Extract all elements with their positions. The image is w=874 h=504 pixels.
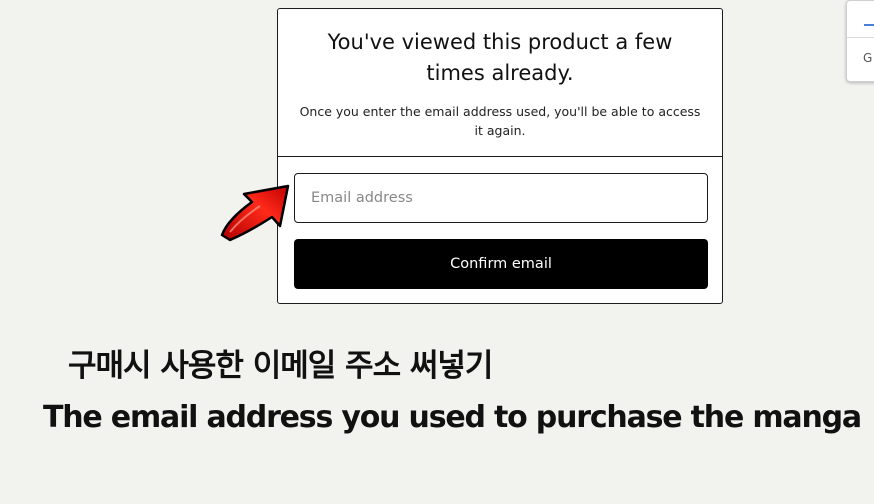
caption-korean: 구매시 사용한 이메일 주소 써넣기 [68,348,493,384]
widget-accent-line [864,24,874,26]
confirm-email-button[interactable]: Confirm email [294,239,708,289]
email-input[interactable] [294,173,708,223]
modal-header: You've viewed this product a few times a… [278,9,722,157]
widget-letter: G [863,51,873,65]
side-widget[interactable]: G [846,0,874,82]
widget-divider [847,37,874,38]
red-arrow-icon [220,184,290,242]
caption-english: The email address you used to purchase t… [43,400,862,435]
modal-description: Once you enter the email address used, y… [299,104,701,138]
modal-title: You've viewed this product a few times a… [327,30,673,85]
email-gate-modal: You've viewed this product a few times a… [277,8,723,304]
